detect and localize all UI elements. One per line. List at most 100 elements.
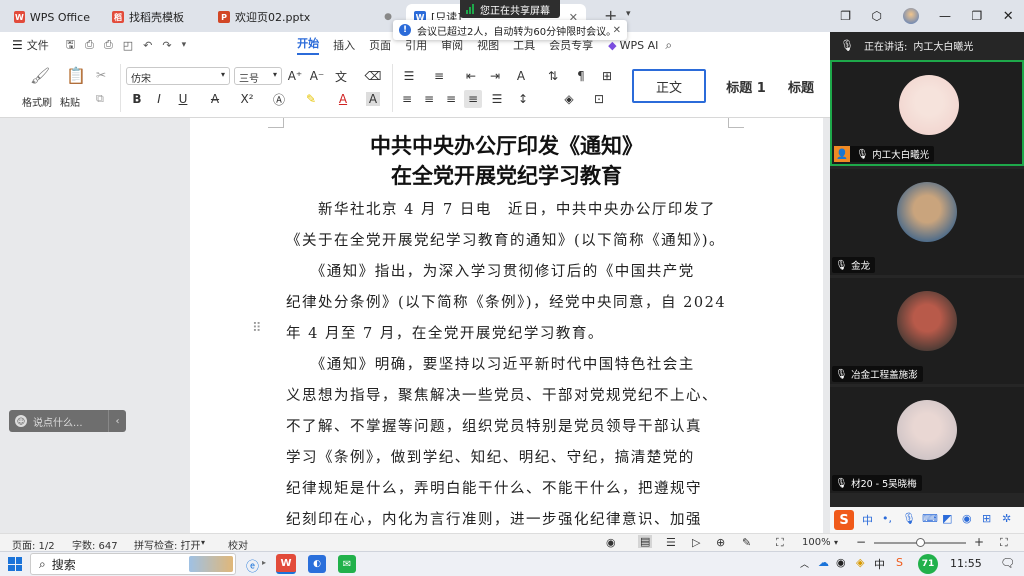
keyboard-icon[interactable]: ⌨	[922, 512, 938, 525]
apps-icon[interactable]: ⊞	[982, 512, 991, 525]
shrink-font-icon[interactable]: A⁻	[308, 67, 326, 85]
hamburger-icon[interactable]: ☰	[12, 38, 23, 52]
grow-font-icon[interactable]: A⁺	[286, 67, 304, 85]
document-page[interactable]: 中共中央办公厅印发《通知》 在全党开展党纪学习教育 新华社北京 4 月 7 日电…	[190, 118, 823, 533]
style-heading2[interactable]: 标题	[788, 69, 830, 103]
font-family-select[interactable]: 仿宋 ▾	[126, 67, 230, 85]
page-view-icon[interactable]: ▤	[638, 535, 653, 548]
wps-ai-icon[interactable]: ◆	[608, 39, 616, 52]
format-painter-icon[interactable]: 🖌	[30, 66, 50, 85]
border-icon[interactable]: ⊡	[590, 90, 608, 108]
eye-icon[interactable]: ◉	[606, 536, 616, 549]
notification-icon[interactable]: 🗨	[1000, 556, 1015, 570]
participant-tile[interactable]: 👤 🎙 内工大白曦光	[830, 60, 1024, 166]
game-icon[interactable]: ◉	[962, 512, 972, 525]
italic-icon[interactable]: I	[150, 90, 168, 108]
font-color-icon[interactable]: A	[334, 90, 352, 108]
text-effect-icon[interactable]: Ⓐ	[270, 90, 288, 108]
skin-icon[interactable]: ◩	[942, 512, 952, 525]
chevron-down-icon[interactable]: ▾	[201, 538, 205, 547]
align-center-icon[interactable]: ≡	[420, 90, 438, 108]
distributed-icon[interactable]: ☰	[488, 90, 506, 108]
format-painter-button[interactable]: 格式刷	[22, 94, 52, 109]
save-icon[interactable]: 🖫	[66, 36, 75, 55]
tab-home[interactable]: 开始	[297, 35, 320, 55]
word-count[interactable]: 字数: 647	[72, 537, 118, 552]
onedrive-icon[interactable]: ☁	[818, 556, 829, 569]
tab-page[interactable]: 页面	[369, 37, 391, 53]
paste-button[interactable]: 粘贴	[60, 94, 80, 109]
clear-format-icon[interactable]: ⌫	[364, 67, 382, 85]
spell-check[interactable]: 拼写检查: 打开	[134, 537, 201, 552]
copy-window-icon[interactable]: ❐	[840, 9, 851, 23]
web-view-icon[interactable]: ⊕	[716, 536, 725, 549]
zoom-slider[interactable]	[874, 538, 966, 547]
drag-handle-icon[interactable]: ⠿	[252, 321, 262, 336]
chinese-mode-icon[interactable]: 中	[862, 512, 873, 528]
tab-template[interactable]: 稻 找稻壳模板	[104, 4, 206, 30]
ime-chinese-icon[interactable]: 中	[874, 556, 885, 572]
fullscreen-icon[interactable]: ⛶	[1000, 536, 1008, 550]
avatar[interactable]	[902, 8, 919, 24]
show-marks-icon[interactable]: ¶	[572, 67, 590, 85]
microphone-icon[interactable]: 🎙	[902, 512, 916, 525]
pen-icon[interactable]: ✎	[742, 536, 751, 549]
tab-insert[interactable]: 插入	[333, 37, 355, 53]
clock[interactable]: 11:55	[950, 557, 982, 570]
underline-icon[interactable]: U	[174, 90, 192, 108]
cube-icon[interactable]: ⬡	[872, 9, 882, 23]
font-size-select[interactable]: 三号 ▾	[234, 67, 282, 85]
wps-ai-button[interactable]: WPS AI	[620, 39, 659, 52]
strikethrough-icon[interactable]: A	[206, 90, 224, 108]
wps-taskbar-icon[interactable]: W	[276, 554, 296, 574]
table-border-icon[interactable]: ⊞	[598, 67, 616, 85]
decrease-indent-icon[interactable]: ⇤	[462, 67, 480, 85]
justify-icon[interactable]: ≡	[464, 90, 482, 108]
tencent-meeting-icon[interactable]: ◐	[308, 555, 326, 573]
style-heading1[interactable]: 标题 1	[712, 69, 780, 103]
copy-icon[interactable]: ⧉	[96, 92, 104, 106]
chevron-left-icon[interactable]: ‹	[108, 410, 126, 432]
shading-icon[interactable]: ◈	[560, 90, 578, 108]
numbered-list-icon[interactable]: ≡	[430, 67, 448, 85]
zoom-in-icon[interactable]: +	[974, 535, 984, 549]
chinese-layout-icon[interactable]: A	[512, 67, 530, 85]
punctuation-icon[interactable]: •,	[882, 512, 892, 525]
tray-app-icon[interactable]: ◈	[856, 556, 864, 569]
style-normal[interactable]: 正文	[632, 69, 706, 103]
align-left-icon[interactable]: ≡	[398, 90, 416, 108]
cut-icon[interactable]: ✂	[96, 68, 106, 82]
chat-input[interactable]: ☺ 说点什么... ‹	[9, 410, 126, 432]
char-shading-icon[interactable]: A	[366, 92, 380, 106]
line-spacing-icon[interactable]: ↕	[514, 90, 532, 108]
proofread[interactable]: 校对	[228, 537, 248, 552]
chevron-down-icon[interactable]: ▾	[626, 9, 631, 19]
menu-file[interactable]: 文件	[27, 37, 49, 53]
page-count[interactable]: 页面: 1/2	[12, 537, 55, 552]
tray-chevron-up-icon[interactable]: ︿	[800, 557, 809, 570]
redo-icon[interactable]: ↷	[162, 39, 171, 52]
preview-icon[interactable]: ◰	[123, 39, 133, 52]
undo-icon[interactable]: ↶	[143, 39, 152, 52]
outline-view-icon[interactable]: ☰	[666, 536, 676, 549]
emoji-icon[interactable]: ☺	[15, 415, 27, 427]
zoom-level[interactable]: 100%	[802, 537, 831, 548]
search-icon[interactable]: ⌕	[665, 38, 672, 53]
bullet-list-icon[interactable]: ☰	[400, 67, 418, 85]
zoom-out-icon[interactable]: −	[856, 535, 866, 549]
tab-dot-icon[interactable]: ●	[384, 12, 392, 22]
close-icon[interactable]: ✕	[1003, 9, 1014, 24]
zoom-slider-thumb[interactable]	[916, 538, 925, 547]
sort-icon[interactable]: ⇅	[544, 67, 562, 85]
align-right-icon[interactable]: ≡	[442, 90, 460, 108]
phonetic-icon[interactable]: 文	[332, 67, 350, 85]
close-icon[interactable]: ✕	[613, 25, 621, 36]
play-icon[interactable]: ▷	[692, 536, 700, 549]
print-icon[interactable]: ⎙	[104, 38, 113, 52]
chevron-down-icon[interactable]: ▾	[834, 538, 838, 547]
participant-tile[interactable]: 🎙 金龙	[830, 169, 1024, 275]
restore-icon[interactable]: ❐	[972, 9, 983, 23]
tab-wps-office[interactable]: W WPS Office	[6, 4, 98, 30]
chevron-down-icon[interactable]: ▾	[182, 40, 187, 50]
meeting-tray-icon[interactable]: ◉	[836, 556, 846, 569]
